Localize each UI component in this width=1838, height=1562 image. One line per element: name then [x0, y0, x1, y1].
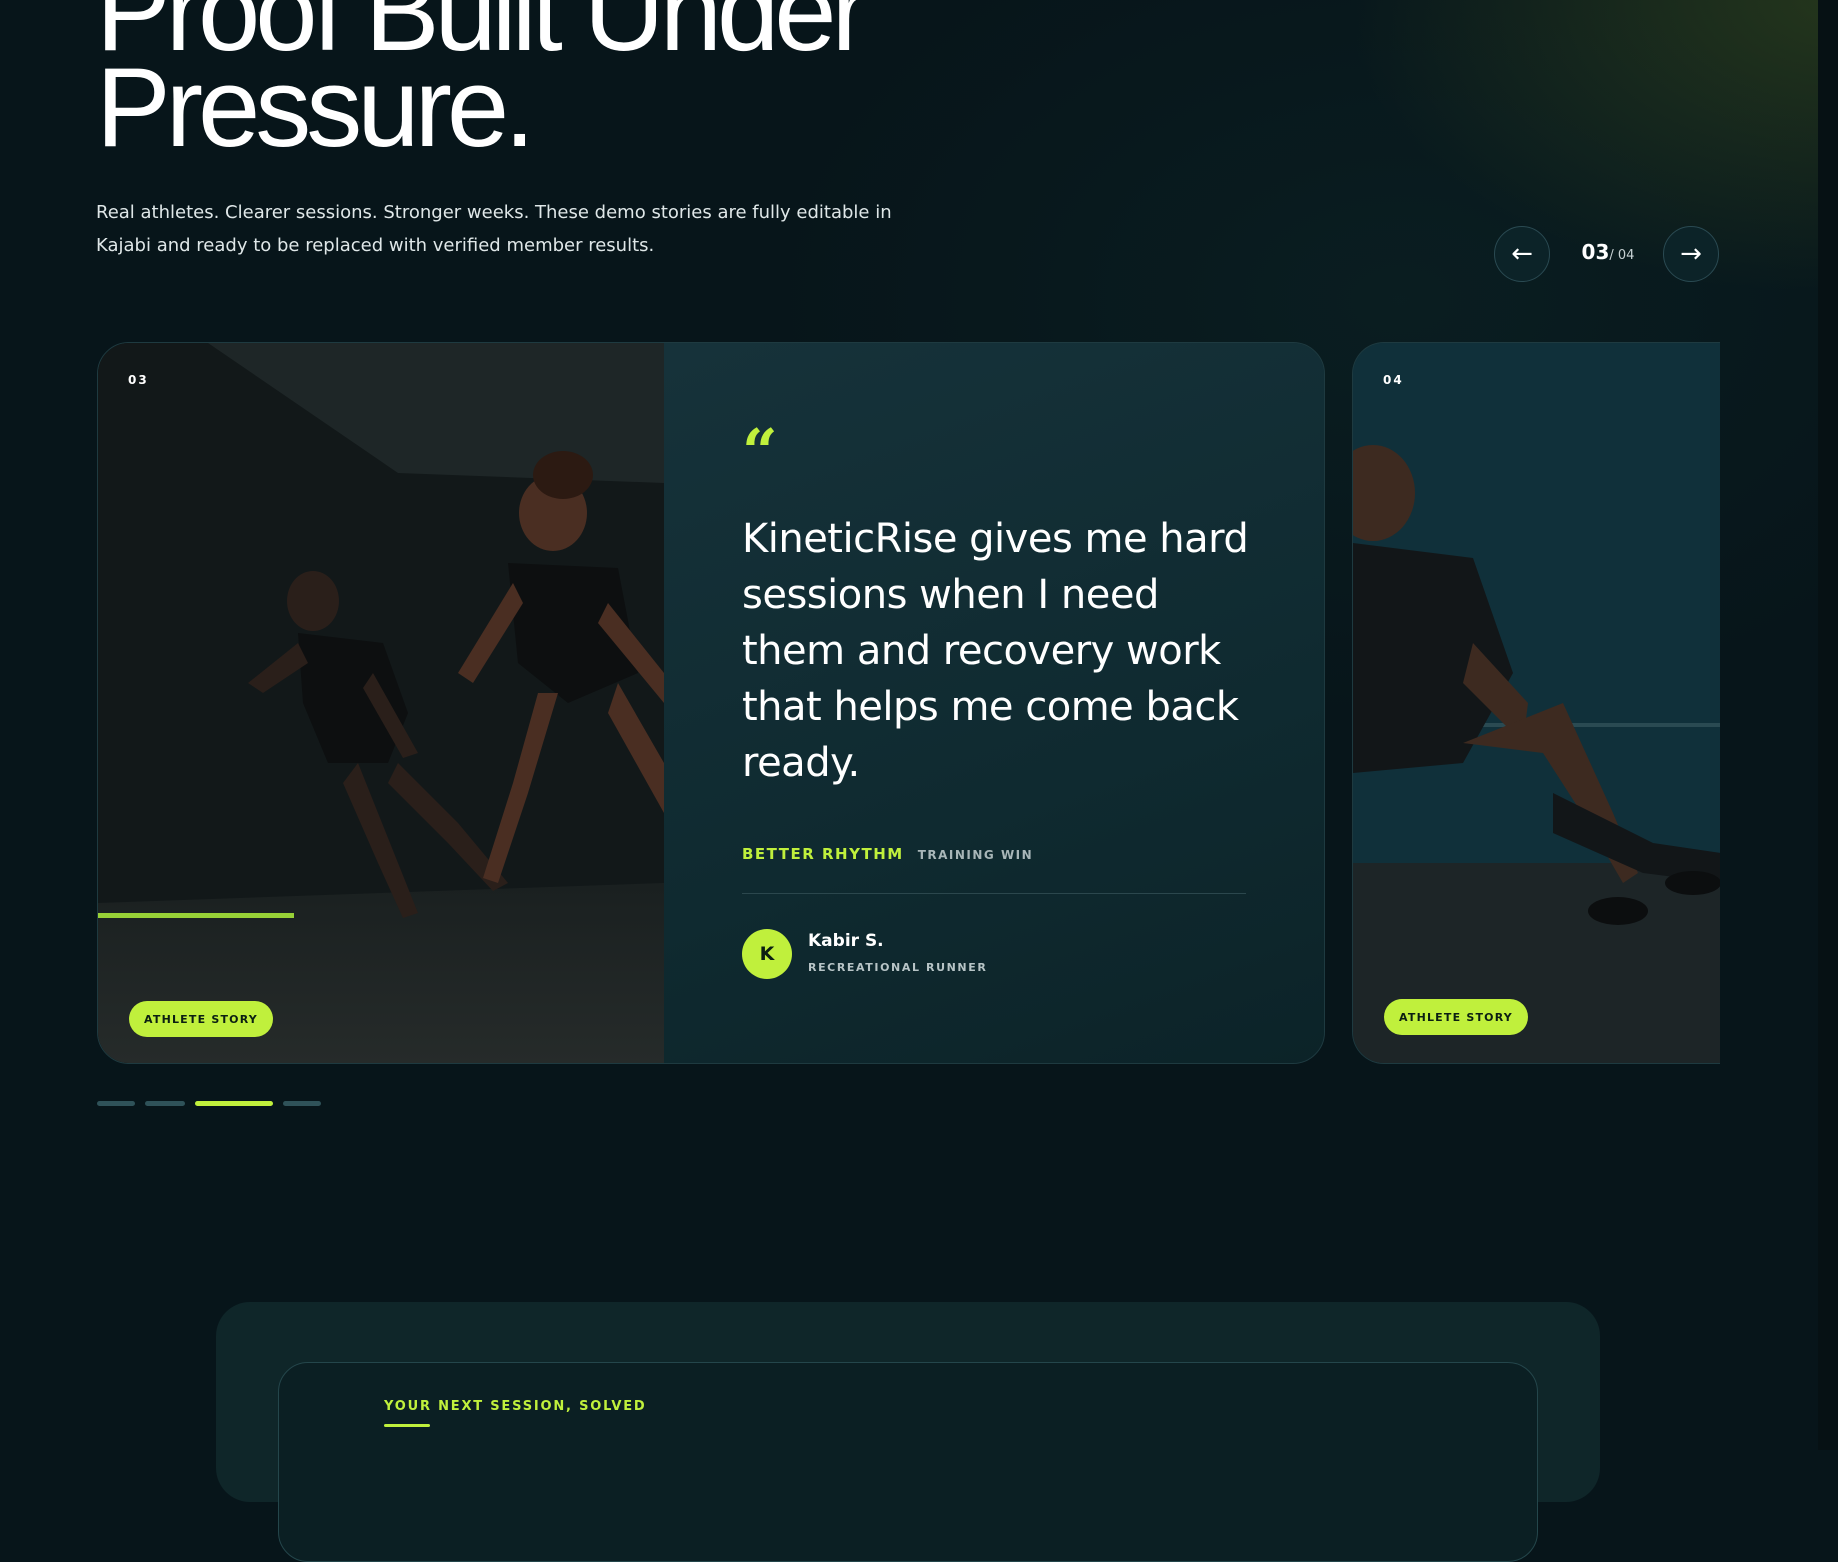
cta-section: YOUR NEXT SESSION, SOLVED [216, 1302, 1600, 1562]
testimonial-quote: KineticRise gives me hard sessions when … [742, 516, 1249, 786]
cta-underline [384, 1424, 430, 1427]
seated-athlete-image [1353, 343, 1720, 1063]
carousel-pagination [97, 1101, 321, 1106]
arrow-right-icon: → [1680, 239, 1702, 269]
divider [742, 893, 1246, 894]
athlete-story-badge: ATHLETE STORY [1384, 999, 1528, 1035]
pagination-dot-1[interactable] [97, 1101, 135, 1106]
slide-counter-total: / 04 [1609, 248, 1635, 263]
cta-panel: YOUR NEXT SESSION, SOLVED [278, 1362, 1538, 1562]
author-role: RECREATIONAL RUNNER [808, 961, 988, 974]
slide-counter: 03/ 04 [1578, 240, 1638, 264]
testimonial-card: 03 ATHLETE STORY “ KineticRise gives me … [97, 342, 1325, 1064]
carousel-next-button[interactable]: → [1663, 226, 1719, 282]
tag-secondary: TRAINING WIN [917, 848, 1034, 862]
page-edge [1818, 0, 1838, 1450]
tag-primary: BETTER RHYTHM [742, 845, 904, 863]
pagination-dot-3[interactable] [195, 1101, 273, 1106]
testimonial-tags: BETTER RHYTHM TRAINING WIN [742, 845, 1033, 863]
cta-eyebrow: YOUR NEXT SESSION, SOLVED [384, 1399, 647, 1414]
arrow-left-icon: ← [1511, 239, 1533, 269]
slide-number: 03 [128, 373, 149, 387]
slide-number: 04 [1383, 373, 1404, 387]
page-subtitle: Real athletes. Clearer sessions. Stronge… [96, 202, 892, 256]
quote-mark-icon: “ [742, 415, 778, 488]
athlete-photo: 03 ATHLETE STORY [98, 343, 664, 1063]
pagination-dot-2[interactable] [145, 1101, 185, 1106]
sprinters-image [98, 343, 664, 1063]
carousel-prev-button[interactable]: ← [1494, 226, 1550, 282]
pagination-dot-4[interactable] [283, 1101, 321, 1106]
quote-panel: “ KineticRise gives me hard sessions whe… [664, 343, 1324, 1063]
avatar: K [742, 929, 792, 979]
author-name: Kabir S. [808, 931, 884, 951]
athlete-story-badge: ATHLETE STORY [129, 1001, 273, 1037]
page-title: Proof Built Under Pressure. [96, 0, 869, 170]
slide-counter-current: 03 [1581, 240, 1610, 264]
testimonial-card-next[interactable]: 04 ATHLETE STORY [1352, 342, 1720, 1064]
